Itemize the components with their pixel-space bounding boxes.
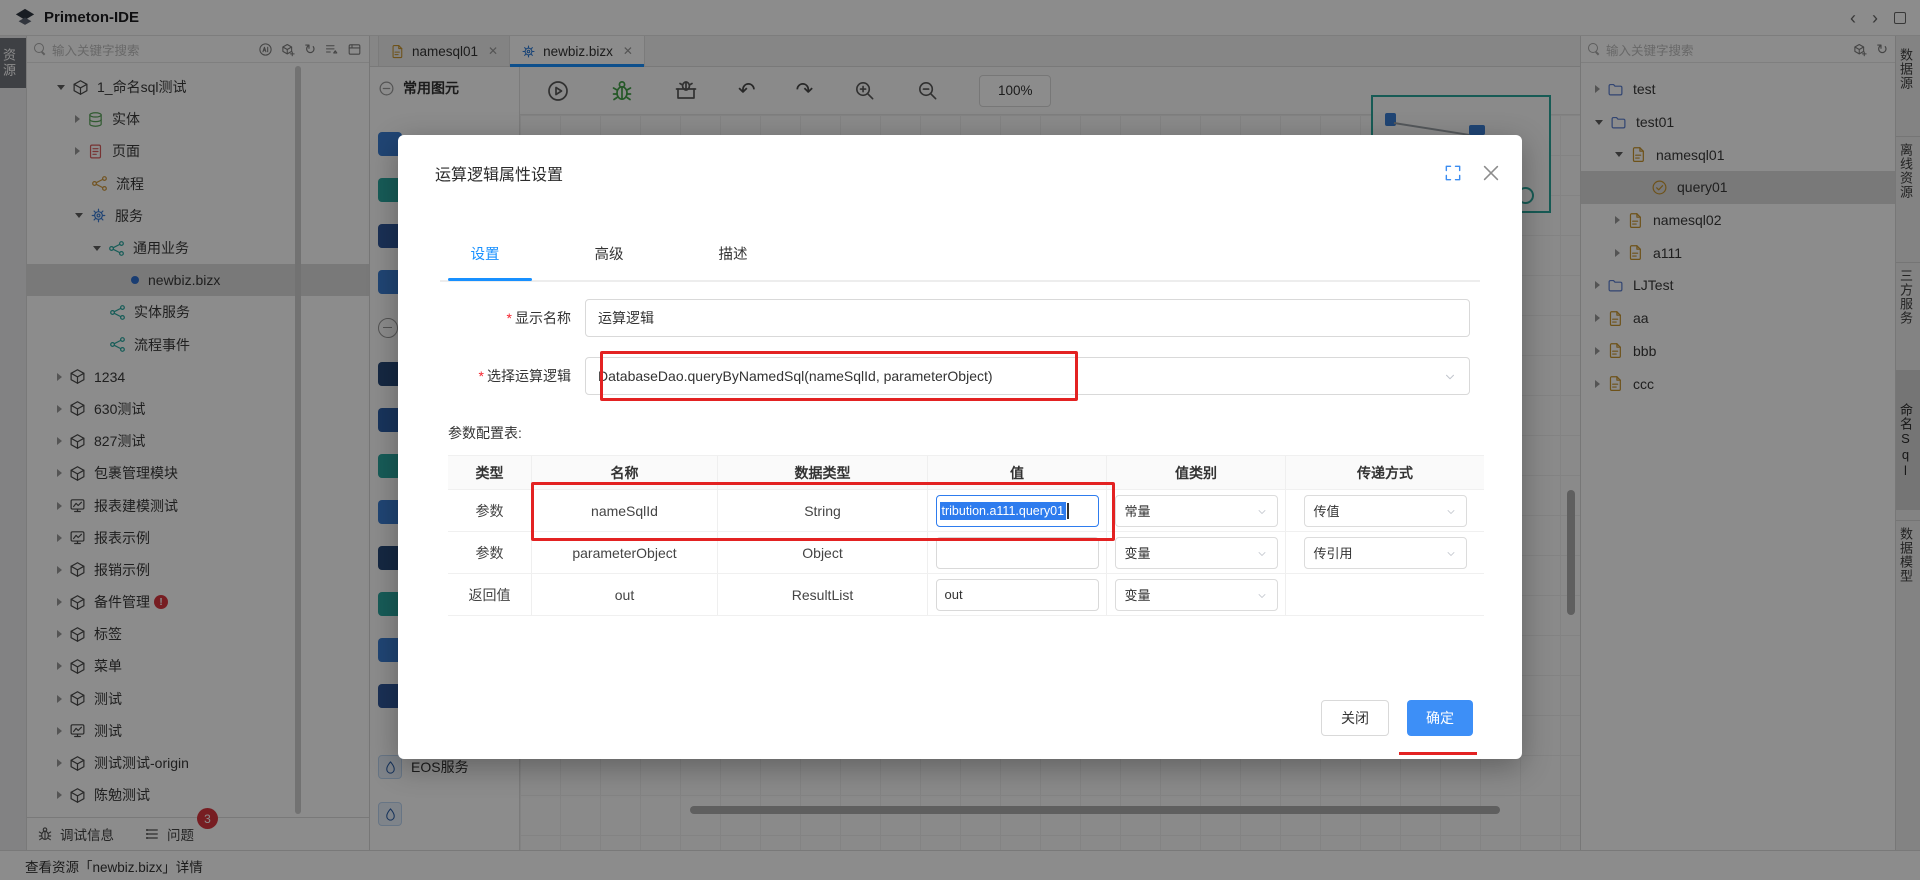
col-header-value-category: 值类别 xyxy=(1107,456,1286,489)
cell-datatype: String xyxy=(718,490,928,531)
chevron-down-icon xyxy=(1445,545,1457,560)
cell-datatype: ResultList xyxy=(718,574,928,615)
display-name-label: *显示名称 xyxy=(398,308,585,328)
col-header-datatype: 数据类型 xyxy=(718,456,928,489)
tab-advanced[interactable]: 高级 xyxy=(574,243,644,264)
primeton-ide-screen: Primeton-IDE ‹ › 资源 输入关键字搜索 ↻ xyxy=(0,0,1920,880)
value-category-select[interactable]: 常量 xyxy=(1115,495,1278,527)
cell-type: 参数 xyxy=(448,532,532,573)
logic-select-value: DatabaseDao.queryByNamedSql(nameSqlId, p… xyxy=(598,368,993,384)
chevron-down-icon xyxy=(1256,545,1268,560)
select-value: 传引用 xyxy=(1314,543,1353,562)
param-table-label: 参数配置表: xyxy=(448,423,522,443)
col-header-type: 类型 xyxy=(448,456,532,489)
chevron-down-icon xyxy=(1445,503,1457,518)
display-name-input[interactable]: 运算逻辑 xyxy=(585,299,1470,337)
close-button[interactable]: 关闭 xyxy=(1321,700,1389,736)
required-asterisk: * xyxy=(507,310,512,326)
dialog-tabs: 设置 高级 描述 xyxy=(450,243,822,264)
annotation-ok-underline xyxy=(1399,752,1477,755)
chevron-down-icon xyxy=(1256,503,1268,518)
cell-name: out xyxy=(532,574,718,615)
tab-track xyxy=(440,280,1480,282)
tab-active-indicator xyxy=(448,278,532,281)
logic-select[interactable]: DatabaseDao.queryByNamedSql(nameSqlId, p… xyxy=(585,357,1470,395)
cell-name: nameSqlId xyxy=(532,490,718,531)
tab-description[interactable]: 描述 xyxy=(698,243,768,264)
fullscreen-icon[interactable] xyxy=(1443,163,1463,183)
select-value: 变量 xyxy=(1125,543,1151,562)
value-category-select[interactable]: 变量 xyxy=(1115,579,1278,611)
required-asterisk: * xyxy=(479,368,484,384)
col-header-name: 名称 xyxy=(532,456,718,489)
value-category-select[interactable]: 变量 xyxy=(1115,537,1278,569)
text-caret xyxy=(1067,503,1069,519)
cell-type: 参数 xyxy=(448,490,532,531)
cell-datatype: Object xyxy=(718,532,928,573)
display-name-row: *显示名称 运算逻辑 xyxy=(398,299,1522,337)
chevron-down-icon xyxy=(1443,368,1457,384)
select-value: 常量 xyxy=(1125,501,1151,520)
passing-mode-select[interactable]: 传引用 xyxy=(1304,537,1467,569)
display-name-value: 运算逻辑 xyxy=(598,308,654,328)
select-value: 传值 xyxy=(1314,501,1340,520)
param-row-namesqlid: 参数 nameSqlId String tribution.a111.query… xyxy=(448,490,1484,532)
value-input[interactable] xyxy=(936,537,1099,569)
param-table: 类型 名称 数据类型 值 值类别 传递方式 参数 nameSqlId Strin… xyxy=(448,455,1484,616)
cell-type: 返回值 xyxy=(448,574,532,615)
value-input[interactable]: out xyxy=(936,579,1099,611)
chevron-down-icon xyxy=(1256,587,1268,602)
logic-properties-dialog: 运算逻辑属性设置 设置 高级 描述 *显示名称 运算逻辑 *选择运算逻辑 Dat… xyxy=(398,135,1522,759)
tab-settings[interactable]: 设置 xyxy=(450,243,520,264)
cell-passing-empty xyxy=(1286,574,1484,615)
param-row-out: 返回值 out ResultList out 变量 xyxy=(448,574,1484,616)
cell-name: parameterObject xyxy=(532,532,718,573)
select-value: 变量 xyxy=(1125,585,1151,604)
close-icon[interactable] xyxy=(1480,162,1502,184)
col-header-value: 值 xyxy=(928,456,1107,489)
dialog-title: 运算逻辑属性设置 xyxy=(435,161,563,185)
logic-select-row: *选择运算逻辑 DatabaseDao.queryByNamedSql(name… xyxy=(398,357,1522,395)
value-input-selected[interactable]: tribution.a111.query01 xyxy=(936,495,1099,527)
param-row-parameterobject: 参数 parameterObject Object 变量 传引用 xyxy=(448,532,1484,574)
col-header-passing-mode: 传递方式 xyxy=(1286,456,1484,489)
selected-text: tribution.a111.query01 xyxy=(940,502,1067,520)
logic-select-label: *选择运算逻辑 xyxy=(398,366,585,386)
ok-button[interactable]: 确定 xyxy=(1407,700,1473,736)
param-table-header: 类型 名称 数据类型 值 值类别 传递方式 xyxy=(448,456,1484,490)
passing-mode-select[interactable]: 传值 xyxy=(1304,495,1467,527)
